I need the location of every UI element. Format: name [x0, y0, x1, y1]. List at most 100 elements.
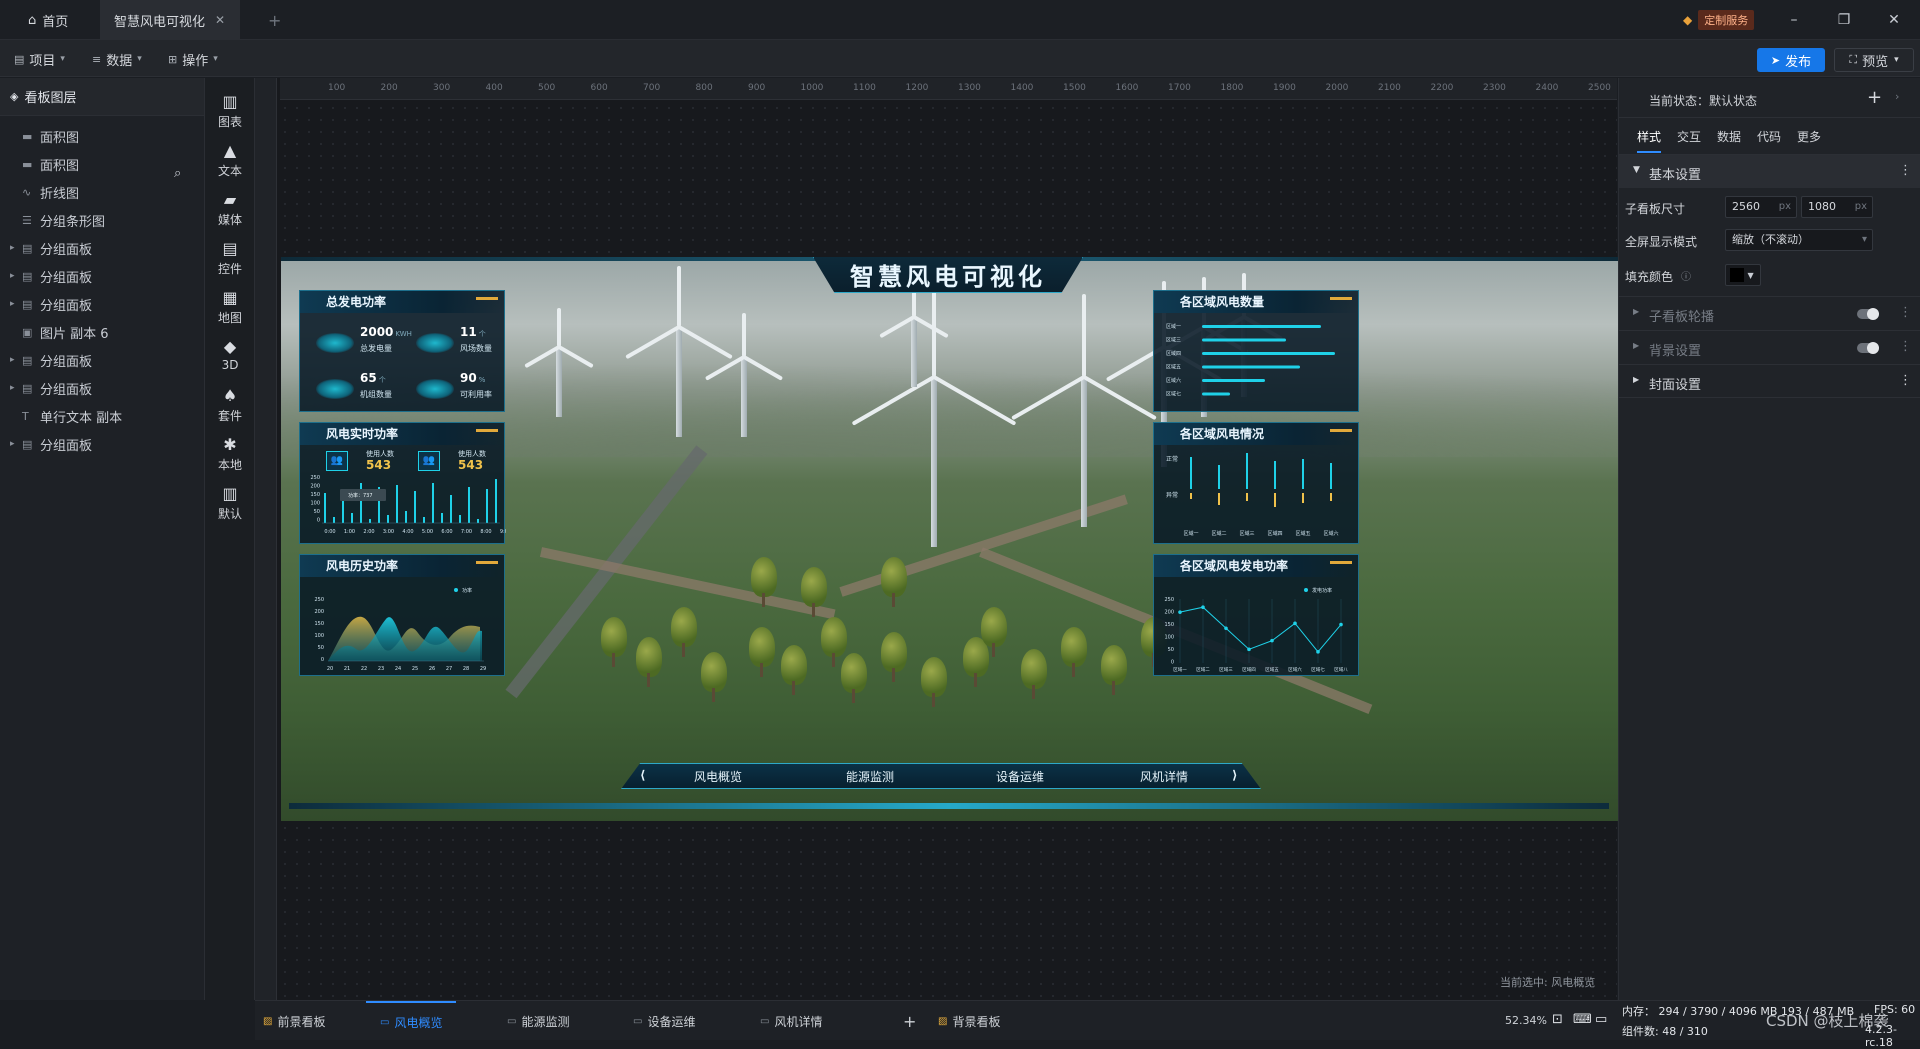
preview-button[interactable]: ⛶ 预览 ▾ [1834, 48, 1914, 72]
toolbar: ▤ 项目 ▾ ≡ 数据 ▾ ⊞ 操作 ▾ ➤ 发布 ⛶ 预览 ▾ [0, 40, 1920, 77]
caret-right-icon[interactable]: ▸ [10, 355, 22, 365]
background-toggle[interactable] [1857, 342, 1879, 354]
menu-project[interactable]: ▤ 项目 ▾ [14, 48, 65, 70]
more-icon[interactable]: ⋮ [1899, 339, 1912, 354]
ruler-tick: 1500 [1063, 83, 1086, 93]
board-tab[interactable]: ▭ 设备运维 [633, 1001, 695, 1041]
region-label: 区域三 [1166, 337, 1181, 344]
carousel-toggle[interactable] [1857, 308, 1879, 320]
fit-icon[interactable]: ⊡ [1552, 1012, 1563, 1027]
fullscreen-select[interactable]: 缩放（不滚动） ▾ [1725, 229, 1873, 251]
caret-right-icon[interactable]: ▸ [10, 439, 22, 449]
strip-item[interactable]: ▲ 文本 [205, 141, 255, 179]
layer-item[interactable]: ▸ ▤ 分组面板 [0, 346, 204, 374]
keyboard-icon[interactable]: ⌨ [1573, 1012, 1592, 1027]
nav-prev-icon[interactable]: ⟨ [640, 768, 645, 782]
caret-right-icon[interactable]: ▸ [10, 299, 22, 309]
abnormal-bar [1246, 493, 1248, 501]
panel-realtime-power: 风电实时功率 👥 使用人数 543 👥 使用人数 543 250 200 150 100 50 0 0… [299, 422, 506, 544]
size-label: 子看板尺寸 [1625, 202, 1686, 216]
nav-item-overview[interactable]: 风电概览 [694, 768, 742, 785]
strip-item[interactable]: ▤ 控件 [205, 239, 255, 277]
width-input[interactable]: 2560 px [1725, 196, 1797, 218]
board-tab[interactable]: ▨ 前景看板 [263, 1001, 325, 1041]
x-tick-label: 21 [344, 666, 350, 672]
layer-item[interactable]: ▸ ▤ 分组面板 [0, 262, 204, 290]
layer-item[interactable]: ▸ ▤ 分组面板 [0, 290, 204, 318]
terminal-icon[interactable]: ▭ [1595, 1012, 1607, 1027]
custom-service-button[interactable]: ◆ 定制服务 [1683, 10, 1755, 30]
normal-bar [1218, 465, 1220, 489]
caret-right-icon[interactable]: ▸ [10, 271, 22, 281]
abnormal-bar [1190, 493, 1192, 499]
chevron-right-icon[interactable]: › [1895, 90, 1899, 103]
restore-icon[interactable]: ❐ [1834, 10, 1854, 30]
prop-tab[interactable]: 代码 [1757, 128, 1781, 151]
nav-item-maintenance[interactable]: 设备运维 [996, 768, 1044, 785]
power-point [1224, 626, 1228, 631]
height-input[interactable]: 1080 px [1801, 196, 1873, 218]
dashboard-canvas[interactable]: 智慧风电可视化 总发电功率 2000 KWH 总发电量 11 个风场数量 65 个机组数量 9… [281, 257, 1618, 821]
board-tab[interactable]: ▭ 风电概览 [366, 1001, 457, 1041]
fill-color-picker[interactable]: ▼ [1725, 264, 1761, 286]
background-section[interactable]: ▶ 背景设置 ⋮ [1619, 330, 1920, 364]
layer-item[interactable]: ▣ 图片 副本 6 [0, 318, 204, 346]
nav-item-turbine-detail[interactable]: 风机详情 [1140, 768, 1188, 785]
add-state-icon[interactable]: + [1867, 87, 1882, 108]
carousel-section[interactable]: ▶ 子看板轮播 ⋮ [1619, 296, 1920, 330]
tree [601, 617, 627, 657]
strip-label: 图表 [217, 115, 242, 129]
caret-right-icon[interactable]: ▸ [10, 383, 22, 393]
layer-item[interactable]: ∿ 折线图 [0, 178, 204, 206]
layer-item[interactable]: ▸ ▤ 分组面板 [0, 430, 204, 458]
menu-operate[interactable]: ⊞ 操作 ▾ [168, 48, 218, 70]
nav-next-icon[interactable]: ⟩ [1232, 768, 1237, 782]
more-icon[interactable]: ⋮ [1899, 373, 1912, 388]
strip-label: 媒体 [217, 213, 242, 227]
more-icon[interactable]: ⋮ [1899, 163, 1912, 178]
layer-item[interactable]: ▸ ▤ 分组面板 [0, 374, 204, 402]
add-board-button[interactable]: + [903, 1001, 916, 1041]
layer-label: 分组面板 [40, 242, 93, 258]
tab-project[interactable]: 智慧风电可视化 ✕ [100, 0, 240, 40]
board-tab-background[interactable]: ▨ 背景看板 [938, 1001, 1000, 1041]
strip-item[interactable]: ▥ 默认 [205, 484, 255, 522]
stat-item: 2000 KWH 总发电量 [316, 319, 412, 361]
board-tab[interactable]: ▭ 能源监测 [507, 1001, 569, 1041]
strip-item[interactable]: ▥ 图表 [205, 92, 255, 130]
tab-home[interactable]: ⌂ 首页 [14, 0, 82, 40]
x-tick-label: 区域三 [1219, 666, 1233, 673]
caret-right-icon[interactable]: ▸ [10, 243, 22, 253]
search-icon[interactable]: ⌕ [174, 166, 181, 181]
help-icon[interactable]: ⓘ [1681, 268, 1691, 283]
publish-button[interactable]: ➤ 发布 [1757, 48, 1825, 72]
strip-item[interactable]: ◆ 3D [205, 337, 255, 372]
strip-item[interactable]: ✱ 本地 [205, 435, 255, 473]
prop-tab[interactable]: 数据 [1717, 128, 1741, 151]
layer-item[interactable]: T 单行文本 副本 [0, 402, 204, 430]
prop-tab[interactable]: 样式 [1637, 128, 1662, 153]
board-tab[interactable]: ▭ 风机详情 [760, 1001, 822, 1041]
prop-tab[interactable]: 交互 [1677, 128, 1701, 151]
x-tick-label: 0:00 [324, 529, 335, 535]
layer-item[interactable]: ☰ 分组条形图 [0, 206, 204, 234]
add-tab-button[interactable]: + [254, 0, 295, 40]
strip-item[interactable]: ▰ 媒体 [205, 190, 255, 228]
cover-section[interactable]: ▶ 封面设置 ⋮ [1619, 364, 1920, 398]
x-tick-label: 2:00 [363, 529, 374, 535]
more-icon[interactable]: ⋮ [1899, 305, 1912, 320]
strip-item[interactable]: ▦ 地图 [205, 288, 255, 326]
minimize-icon[interactable]: – [1784, 10, 1804, 30]
close-window-icon[interactable]: ✕ [1884, 10, 1904, 30]
layer-item[interactable]: ▸ ▤ 分组面板 [0, 234, 204, 262]
menu-data[interactable]: ≡ 数据 ▾ [92, 48, 142, 70]
strip-label: 默认 [217, 507, 242, 521]
strip-item[interactable]: ♠ 套件 [205, 386, 255, 424]
nav-item-energy[interactable]: 能源监测 [846, 768, 894, 785]
close-icon[interactable]: ✕ [215, 13, 225, 27]
tree-trunk [792, 681, 795, 695]
zoom-level[interactable]: 52.34% [1505, 1014, 1547, 1027]
basic-settings-header[interactable]: ▼ 基本设置 ⋮ [1619, 154, 1920, 188]
prop-tab[interactable]: 更多 [1797, 128, 1821, 151]
layer-item[interactable]: ▬ 面积图 [0, 122, 204, 150]
